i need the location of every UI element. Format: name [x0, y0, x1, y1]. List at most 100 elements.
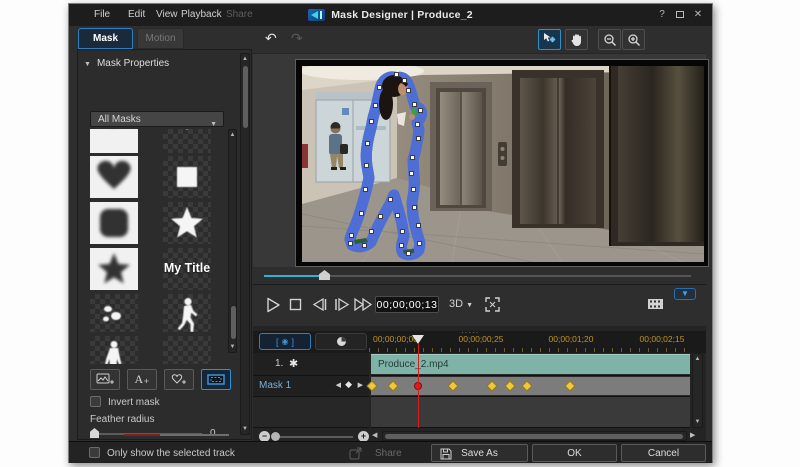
timeline-zoom-track[interactable]: [273, 436, 353, 438]
mask-thumbnail-rounded-square[interactable]: [90, 202, 138, 244]
mask-control-point[interactable]: [416, 223, 421, 228]
scroll-down-icon[interactable]: ▼: [229, 344, 236, 350]
mask-control-point[interactable]: [417, 241, 422, 246]
grid-scrollbar[interactable]: ▲ ▼: [228, 129, 237, 353]
menu-edit[interactable]: Edit: [128, 9, 145, 20]
mask-thumbnail-ribbon[interactable]: [90, 129, 138, 153]
hand-tool-button[interactable]: [565, 29, 588, 50]
mask-control-point[interactable]: [369, 119, 374, 124]
mask-control-point[interactable]: [378, 214, 383, 219]
menu-playback[interactable]: Playback: [181, 9, 222, 20]
mask-control-point[interactable]: [362, 243, 367, 248]
mask-control-point[interactable]: [409, 171, 414, 176]
mask-control-point[interactable]: [412, 205, 417, 210]
mask-control-point[interactable]: [410, 155, 415, 160]
mask-thumbnail-text[interactable]: My Title: [163, 248, 211, 290]
mask-thumbnail-person-standing[interactable]: [90, 336, 138, 364]
zoom-out-button[interactable]: [598, 29, 621, 50]
grid-scrollbar-thumb[interactable]: [231, 306, 236, 339]
keyframe-timer-button[interactable]: [315, 333, 367, 350]
scroll-up-icon[interactable]: ▲: [241, 56, 249, 62]
tab-motion[interactable]: Motion: [137, 28, 184, 49]
mask-thumbnail-star[interactable]: [163, 202, 211, 244]
mask-control-point[interactable]: [388, 197, 393, 202]
keyframe-diamond[interactable]: [486, 380, 497, 391]
scroll-down-icon[interactable]: ▼: [693, 419, 702, 425]
mask-thumbnail-star[interactable]: [90, 248, 138, 290]
mask-control-point[interactable]: [399, 243, 404, 248]
mask-control-point[interactable]: [349, 233, 354, 238]
maximize-button[interactable]: [673, 8, 687, 22]
help-button[interactable]: ?: [655, 8, 669, 22]
fast-forward-button[interactable]: [354, 298, 373, 311]
keyframe-diamond[interactable]: [447, 380, 458, 391]
mask-control-point[interactable]: [400, 229, 405, 234]
keyframe-diamond-icon[interactable]: ◆: [345, 379, 352, 390]
mask-control-point[interactable]: [406, 88, 411, 93]
timeline-hscrollbar-thumb[interactable]: [385, 434, 683, 439]
menu-file[interactable]: File: [94, 9, 110, 20]
section-header[interactable]: ▼Mask Properties: [84, 58, 169, 69]
previous-keyframe-icon[interactable]: ◀: [336, 381, 341, 389]
timeline-vscrollbar[interactable]: ▲ ▼: [692, 353, 703, 428]
video-preview[interactable]: [302, 66, 704, 262]
mask-control-point[interactable]: [394, 72, 399, 77]
mask-thumbnail-empty[interactable]: [163, 336, 211, 364]
scroll-down-icon[interactable]: ▼: [241, 426, 249, 432]
mask-thumbnail-heart-bottom[interactable]: [163, 129, 211, 153]
playhead-handle[interactable]: [412, 335, 424, 350]
mask-track-header[interactable]: Mask 1 ◀ ◆ ▶: [253, 376, 369, 397]
timeline-zoom-thumb[interactable]: [271, 432, 280, 441]
ok-button[interactable]: OK: [532, 444, 617, 462]
mask-control-point[interactable]: [411, 187, 416, 192]
keyframe-diamond[interactable]: [387, 380, 398, 391]
mask-control-point[interactable]: [373, 103, 378, 108]
undo-button[interactable]: ↶: [265, 30, 277, 47]
expand-panel-button[interactable]: ▼: [674, 288, 696, 300]
mask-thumbnail-square[interactable]: [163, 156, 211, 198]
mask-control-point[interactable]: [348, 241, 353, 246]
add-keyframe-button[interactable]: [◉]: [259, 333, 311, 350]
mask-control-point[interactable]: [415, 122, 420, 127]
mask-control-point[interactable]: [365, 141, 370, 146]
only-selected-track-checkbox[interactable]: [89, 447, 100, 458]
mask-control-point[interactable]: [364, 163, 369, 168]
scroll-up-icon[interactable]: ▲: [693, 356, 702, 362]
mask-thumbnail-person-walking[interactable]: [163, 294, 211, 332]
mask-control-point[interactable]: [402, 78, 407, 83]
keyframe-diamond[interactable]: [521, 380, 532, 391]
tab-mask[interactable]: Mask: [78, 28, 133, 49]
seek-bar[interactable]: [253, 267, 706, 284]
mask-control-point[interactable]: [363, 187, 368, 192]
mask-control-point[interactable]: [418, 108, 423, 113]
menu-view[interactable]: View: [156, 9, 178, 20]
previous-frame-button[interactable]: [312, 298, 328, 311]
zoom-in-button[interactable]: [622, 29, 645, 50]
timecode-display[interactable]: 00;00;00;13: [375, 296, 439, 313]
timeline-hscrollbar[interactable]: [382, 431, 687, 441]
panel-scrollbar[interactable]: ▲ ▼: [240, 53, 250, 435]
feather-slider-thumb[interactable]: [90, 428, 99, 438]
move-tool-button[interactable]: [538, 29, 561, 50]
panel-scrollbar-thumb[interactable]: [243, 66, 248, 128]
mask-control-point[interactable]: [406, 251, 411, 256]
mask-control-point[interactable]: [359, 211, 364, 216]
mask-control-point[interactable]: [416, 136, 421, 141]
film-snapshot-button[interactable]: [647, 298, 664, 310]
video-track-header[interactable]: 1. ✱: [253, 353, 369, 376]
next-frame-button[interactable]: [334, 298, 350, 311]
keyframe-diamond[interactable]: [504, 380, 515, 391]
mask-thumbnail-heart[interactable]: [90, 156, 138, 198]
scroll-right-icon[interactable]: ▶: [690, 431, 695, 439]
mask-control-point[interactable]: [412, 102, 417, 107]
close-button[interactable]: ✕: [691, 8, 705, 22]
mask-filter-dropdown[interactable]: All Masks▼: [90, 111, 224, 127]
mask-control-point[interactable]: [369, 229, 374, 234]
scroll-left-icon[interactable]: ◀: [372, 431, 377, 439]
keyframe-diamond[interactable]: [564, 380, 575, 391]
seek-thumb[interactable]: [319, 270, 330, 280]
next-keyframe-icon[interactable]: ▶: [358, 381, 363, 389]
text-mask-button[interactable]: A₊: [127, 369, 157, 390]
mode-3d-button[interactable]: 3D ▼: [449, 298, 473, 310]
shape-mask-button[interactable]: [164, 369, 194, 390]
